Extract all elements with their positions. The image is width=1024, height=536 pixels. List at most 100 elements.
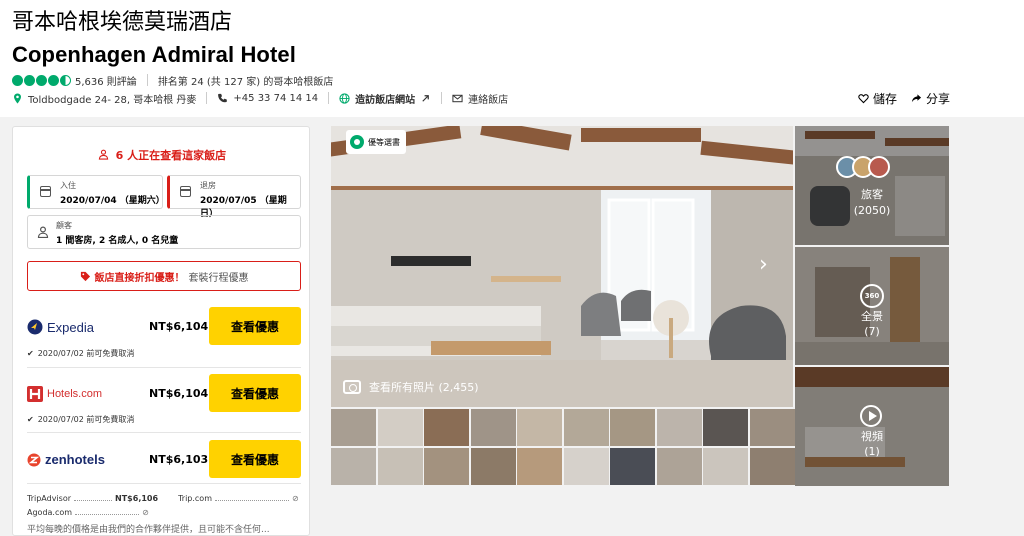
panorama-label: 全景 — [861, 310, 883, 323]
rating-row: 5,636 則評論 排名第 24 (共 127 家) 的哥本哈根飯店 — [12, 72, 333, 88]
calendar-icon — [40, 186, 51, 197]
booking-panel: 6 人正在查看這家飯店 入住 2020/07/04 （星期六） 退房 2020/… — [12, 126, 310, 536]
rating-bubbles[interactable] — [12, 74, 71, 86]
checkout-field[interactable]: 退房 2020/07/05 （星期日） — [167, 175, 301, 219]
photo-thumbnail[interactable] — [750, 448, 795, 485]
thumbnail-strip — [331, 409, 795, 486]
share-button[interactable]: 分享 — [911, 90, 950, 107]
photo-thumbnail[interactable] — [331, 409, 376, 446]
price-disclaimer: 平均每晚的價格是由我們的合作夥伴提供，且可能不含任何... — [27, 525, 270, 535]
phone-text: +45 33 74 14 14 — [233, 92, 319, 104]
photo-thumbnail[interactable] — [378, 448, 423, 485]
panorama-count: (7) — [864, 325, 880, 338]
photo-thumbnail[interactable] — [703, 448, 748, 485]
viewing-text: 6 人正在查看這家飯店 — [115, 149, 227, 162]
award-medal-icon — [350, 135, 364, 149]
people-icon — [98, 149, 109, 160]
checkin-field[interactable]: 入住 2020/07/04 （星期六） — [27, 175, 165, 209]
panorama-360-icon: 360 — [860, 284, 884, 308]
checkin-value: 2020/07/04 （星期六） — [60, 196, 165, 206]
photo-thumbnail[interactable] — [610, 409, 655, 446]
special-deal-banner[interactable]: 飯店直接折扣優惠！ 套裝行程優惠 — [27, 261, 301, 291]
photo-thumbnail[interactable] — [610, 448, 655, 485]
ranking-link[interactable]: 排名第 24 (共 127 家) 的哥本哈根飯店 — [158, 73, 334, 88]
next-photo-chevron-icon[interactable]: › — [759, 251, 768, 279]
contact-label: 連絡飯店 — [468, 94, 509, 106]
map-pin-icon — [14, 92, 21, 104]
tag-icon — [80, 271, 90, 281]
website-label: 造訪飯店網站 — [355, 94, 416, 106]
zenhotels-logo[interactable]: zenhotels — [27, 452, 105, 467]
hotel-name-en: Copenhagen Admiral Hotel — [12, 42, 296, 67]
save-button[interactable]: 儲存 — [858, 90, 897, 107]
traveler-photos-tile[interactable]: 旅客 (2050) — [795, 126, 949, 245]
expedia-logo[interactable]: Expedia — [27, 319, 94, 335]
photo-thumbnail[interactable] — [378, 409, 423, 446]
view-all-label: 查看所有照片 (2,455) — [369, 381, 479, 394]
play-icon — [860, 405, 882, 427]
rating-bubble — [36, 74, 47, 86]
website-link[interactable]: 造訪飯店網站 — [339, 91, 431, 106]
phone-item[interactable]: +45 33 74 14 14 — [217, 93, 318, 104]
offer-divider — [27, 367, 301, 368]
view-deal-button[interactable]: 查看優惠 — [209, 307, 301, 345]
offer-row-hotels-com: Hotels.com NT$6,104 查看優惠 — [27, 374, 301, 414]
rating-bubble — [48, 74, 59, 86]
address-item[interactable]: Toldbodgade 24- 28, 哥本哈根 丹麥 — [12, 91, 196, 106]
photo-gallery: 優等選書 › 查看所有照片 (2,455) 旅客 (2050) 360 全景 (… — [331, 126, 949, 486]
provider-price: NT$6,106 — [115, 493, 159, 503]
checkin-label: 入住 — [60, 181, 76, 190]
contact-link[interactable]: 連絡飯店 — [452, 91, 508, 106]
travelers-choice-badge: 優等選書 — [346, 130, 406, 154]
unavailable-icon: ⊘ — [292, 493, 299, 503]
provider-link[interactable]: Trip.com — [178, 494, 212, 503]
photo-thumbnail[interactable] — [750, 409, 795, 446]
view-deal-button[interactable]: 查看優惠 — [209, 374, 301, 412]
rating-bubble — [24, 74, 35, 86]
photo-thumbnail[interactable] — [703, 409, 748, 446]
save-label: 儲存 — [872, 92, 897, 106]
photo-thumbnail[interactable] — [424, 409, 469, 446]
avatar — [868, 156, 890, 178]
photo-thumbnail[interactable] — [564, 409, 609, 446]
view-deal-button[interactable]: 查看優惠 — [209, 440, 301, 478]
hotel-name-zh: 哥本哈根埃德莫瑞酒店 — [12, 10, 233, 35]
check-icon: ✔ — [27, 415, 34, 424]
provider-name: zenhotels — [45, 452, 105, 467]
photo-thumbnail[interactable] — [471, 409, 516, 446]
provider-link[interactable]: TripAdvisor — [27, 494, 71, 503]
provider-link[interactable]: Agoda.com — [27, 508, 72, 517]
share-arrow-icon — [911, 94, 922, 103]
divider — [206, 92, 208, 104]
photo-thumbnail[interactable] — [564, 448, 609, 485]
traveler-avatars — [836, 156, 890, 178]
main-room-photo[interactable]: 優等選書 › 查看所有照片 (2,455) — [331, 126, 793, 407]
video-label: 視頻 — [861, 430, 883, 443]
guests-field[interactable]: 顧客 1 間客房, 2 名成人, 0 名兒童 — [27, 215, 301, 249]
other-providers-row: Agoda.com ⊘ — [27, 505, 301, 519]
offer-price: NT$6,103 — [149, 453, 209, 466]
review-count-link[interactable]: 5,636 則評論 — [75, 73, 137, 88]
dotted-leader — [215, 495, 289, 501]
photo-thumbnail[interactable] — [517, 448, 562, 485]
panorama-tile[interactable]: 360 全景 (7) — [795, 247, 949, 365]
viewing-notice: 6 人正在查看這家飯店 — [13, 147, 309, 163]
photo-thumbnail[interactable] — [331, 448, 376, 485]
address-text: Toldbodgade 24- 28, 哥本哈根 丹麥 — [28, 94, 197, 106]
photo-thumbnail[interactable] — [657, 409, 702, 446]
photo-thumbnail[interactable] — [517, 409, 562, 446]
rating-bubble — [12, 74, 23, 86]
rating-bubble-half — [60, 74, 71, 86]
header-actions: 儲存 分享 — [858, 90, 950, 107]
photo-thumbnail[interactable] — [657, 448, 702, 485]
hotels-com-logo[interactable]: Hotels.com — [27, 386, 102, 402]
checkout-label: 退房 — [200, 181, 216, 190]
video-tile[interactable]: 視頻 (1) — [795, 367, 949, 486]
photo-thumbnail[interactable] — [424, 448, 469, 485]
provider-name: Expedia — [47, 319, 94, 335]
view-all-photos-link[interactable]: 查看所有照片 (2,455) — [343, 379, 479, 395]
photo-thumbnail[interactable] — [471, 448, 516, 485]
offer-price: NT$6,104 — [149, 320, 209, 333]
dotted-leader — [75, 509, 140, 515]
other-providers: TripAdvisor NT$6,106 Trip.com ⊘ Agoda.co… — [27, 491, 301, 519]
